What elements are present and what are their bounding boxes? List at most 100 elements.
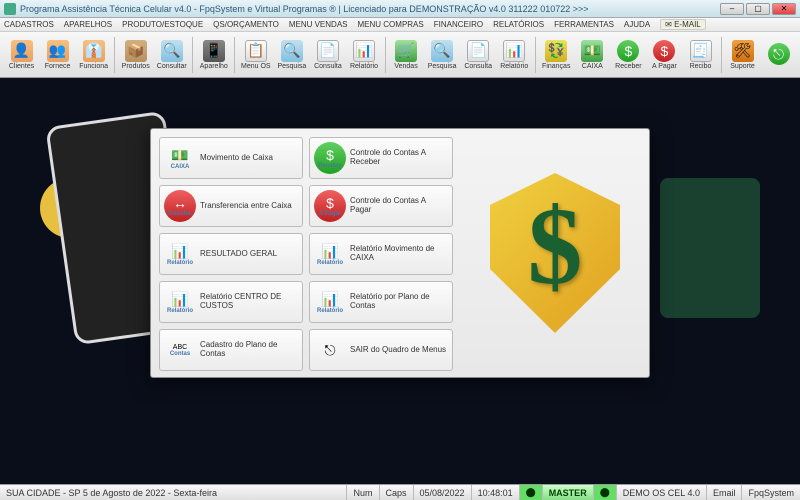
menu os-icon: 📋: [245, 40, 267, 62]
status-date: 05/08/2022: [413, 485, 471, 500]
toolbar-exit[interactable]: ⎋: [761, 34, 796, 76]
menu-button[interactable]: ⎋ SAIR do Quadro de Menus: [309, 329, 453, 371]
email-button[interactable]: ✉ E-MAIL: [660, 19, 706, 30]
status-indicator-1: ⬤: [519, 485, 542, 500]
menu-button-icon: 📊Relatório: [164, 286, 196, 318]
menu-cadastros[interactable]: CADASTROS: [4, 20, 54, 29]
toolbar-label: Pesquisa: [428, 63, 457, 70]
toolbar-label: Consulta: [314, 63, 342, 70]
toolbar-a pagar[interactable]: $A Pagar: [647, 34, 682, 76]
toolbar-clientes[interactable]: 👤Clientes: [4, 34, 39, 76]
produtos-icon: 📦: [125, 40, 147, 62]
toolbar-label: Pesquisa: [277, 63, 306, 70]
menu-button[interactable]: ABCContasCadastro do Plano de Contas: [159, 329, 303, 371]
menu-button[interactable]: 📊RelatórioRelatório Movimento de CAIXA: [309, 233, 453, 275]
toolbar-finanças[interactable]: 💱Finanças: [539, 34, 574, 76]
menu-ferramentas[interactable]: FERRAMENTAS: [554, 20, 614, 29]
status-numlock: Num: [346, 485, 378, 500]
toolbar-recibo[interactable]: 🧾Recibo: [683, 34, 718, 76]
toolbar-suporte[interactable]: 🛠Suporte: [725, 34, 760, 76]
toolbar-menu os[interactable]: 📋Menu OS: [238, 34, 273, 76]
menu-button-label: SAIR do Quadro de Menus: [350, 346, 448, 355]
suporte-icon: 🛠: [732, 40, 754, 62]
menu-button-icon: ⎋: [314, 334, 346, 366]
toolbar-aparelho[interactable]: 📱Aparelho: [196, 34, 231, 76]
menu-button[interactable]: $A PagarControle do Contas A Pagar: [309, 185, 453, 227]
close-button[interactable]: ✕: [772, 3, 796, 15]
toolbar-separator: [385, 37, 386, 73]
aparelho-icon: 📱: [203, 40, 225, 62]
menu-button-icon: ABCContas: [164, 334, 196, 366]
maximize-button[interactable]: ▢: [746, 3, 770, 15]
toolbar-label: A Pagar: [652, 63, 677, 70]
toolbar-relatório[interactable]: 📊Relatório: [346, 34, 381, 76]
clientes-icon: 👤: [11, 40, 33, 62]
menu-menu compras[interactable]: MENU COMPRAS: [358, 20, 424, 29]
menu-qs/orçamento[interactable]: QS/ORÇAMENTO: [213, 20, 279, 29]
dollar-sign-icon: $: [528, 183, 583, 310]
menu-button-label: Transferencia entre Caixa: [200, 202, 298, 211]
toolbar-separator: [721, 37, 722, 73]
toolbar-funciona[interactable]: 👔Funciona: [76, 34, 111, 76]
toolbar-label: Fornece: [45, 63, 71, 70]
menu-produto/estoque[interactable]: PRODUTO/ESTOQUE: [122, 20, 203, 29]
menu-button[interactable]: 📊RelatórioRelatório CENTRO DE CUSTOS: [159, 281, 303, 323]
menu-button[interactable]: $ReceberControle do Contas A Receber: [309, 137, 453, 179]
toolbar-vendas[interactable]: 🛒Vendas: [389, 34, 424, 76]
toolbar-consulta[interactable]: 📄Consulta: [461, 34, 496, 76]
toolbar-pesquisa[interactable]: 🔍Pesquisa: [425, 34, 460, 76]
status-email[interactable]: Email: [706, 485, 742, 500]
pesquisa-icon: 🔍: [431, 40, 453, 62]
toolbar-caixa[interactable]: 💵CAIXA: [575, 34, 610, 76]
logo-area: $: [461, 129, 649, 377]
menu-button-icon: 💵CAIXA: [164, 142, 196, 174]
status-brand[interactable]: FpqSystem: [741, 485, 800, 500]
menu-button-icon: 📊Relatório: [314, 286, 346, 318]
menu-button[interactable]: 💵CAIXAMovimento de Caixa: [159, 137, 303, 179]
menu-button[interactable]: ↔Transfer.Transferencia entre Caixa: [159, 185, 303, 227]
toolbar-consulta[interactable]: 📄Consulta: [310, 34, 345, 76]
toolbar-label: Recibo: [690, 63, 712, 70]
toolbar-produtos[interactable]: 📦Produtos: [118, 34, 153, 76]
exit-icon: ⎋: [768, 43, 790, 65]
relatório-icon: 📊: [353, 40, 375, 62]
status-capslock: Caps: [379, 485, 413, 500]
finance-menu-grid: 💵CAIXAMovimento de Caixa$ReceberControle…: [151, 129, 461, 377]
status-indicator-2: ⬤: [593, 485, 616, 500]
finance-menu-modal: 💵CAIXAMovimento de Caixa$ReceberControle…: [150, 128, 650, 378]
a pagar-icon: $: [653, 40, 675, 62]
toolbar-label: Consultar: [157, 63, 187, 70]
consulta-icon: 📄: [467, 40, 489, 62]
menu-ajuda[interactable]: AJUDA: [624, 20, 650, 29]
window-title: Programa Assistência Técnica Celular v4.…: [20, 4, 720, 14]
toolbar-receber[interactable]: $Receber: [611, 34, 646, 76]
toolbar-consultar[interactable]: 🔍Consultar: [154, 34, 189, 76]
recibo-icon: 🧾: [690, 40, 712, 62]
toolbar-relatório[interactable]: 📊Relatório: [497, 34, 532, 76]
menu-relatórios[interactable]: RELATÓRIOS: [493, 20, 544, 29]
toolbar-label: Menu OS: [241, 63, 271, 70]
consulta-icon: 📄: [317, 40, 339, 62]
menu-button[interactable]: 📊RelatórioRESULTADO GERAL: [159, 233, 303, 275]
consultar-icon: 🔍: [161, 40, 183, 62]
menu-menu vendas[interactable]: MENU VENDAS: [289, 20, 348, 29]
menu-financeiro[interactable]: FINANCEIRO: [434, 20, 483, 29]
workspace: 💵CAIXAMovimento de Caixa$ReceberControle…: [0, 78, 800, 484]
toolbar-pesquisa[interactable]: 🔍Pesquisa: [274, 34, 309, 76]
minimize-button[interactable]: –: [720, 3, 744, 15]
fornece-icon: 👥: [47, 40, 69, 62]
dollar-shield-logo: $: [480, 153, 630, 353]
toolbar-label: CAIXA: [582, 63, 603, 70]
toolbar-label: Vendas: [394, 63, 417, 70]
status-demo: DEMO OS CEL 4.0: [616, 485, 706, 500]
menu-button-label: Controle do Contas A Receber: [350, 149, 448, 167]
toolbar-separator: [192, 37, 193, 73]
toolbar-separator: [535, 37, 536, 73]
menu-button[interactable]: 📊RelatórioRelatório por Plano de Contas: [309, 281, 453, 323]
receber-icon: $: [617, 40, 639, 62]
toolbar-fornece[interactable]: 👥Fornece: [40, 34, 75, 76]
menubar: CADASTROS APARELHOS PRODUTO/ESTOQUE QS/ORÇA…: [0, 18, 800, 32]
menu-aparelhos[interactable]: APARELHOS: [64, 20, 112, 29]
caixa-icon: 💵: [581, 40, 603, 62]
menu-button-label: Cadastro do Plano de Contas: [200, 341, 298, 359]
